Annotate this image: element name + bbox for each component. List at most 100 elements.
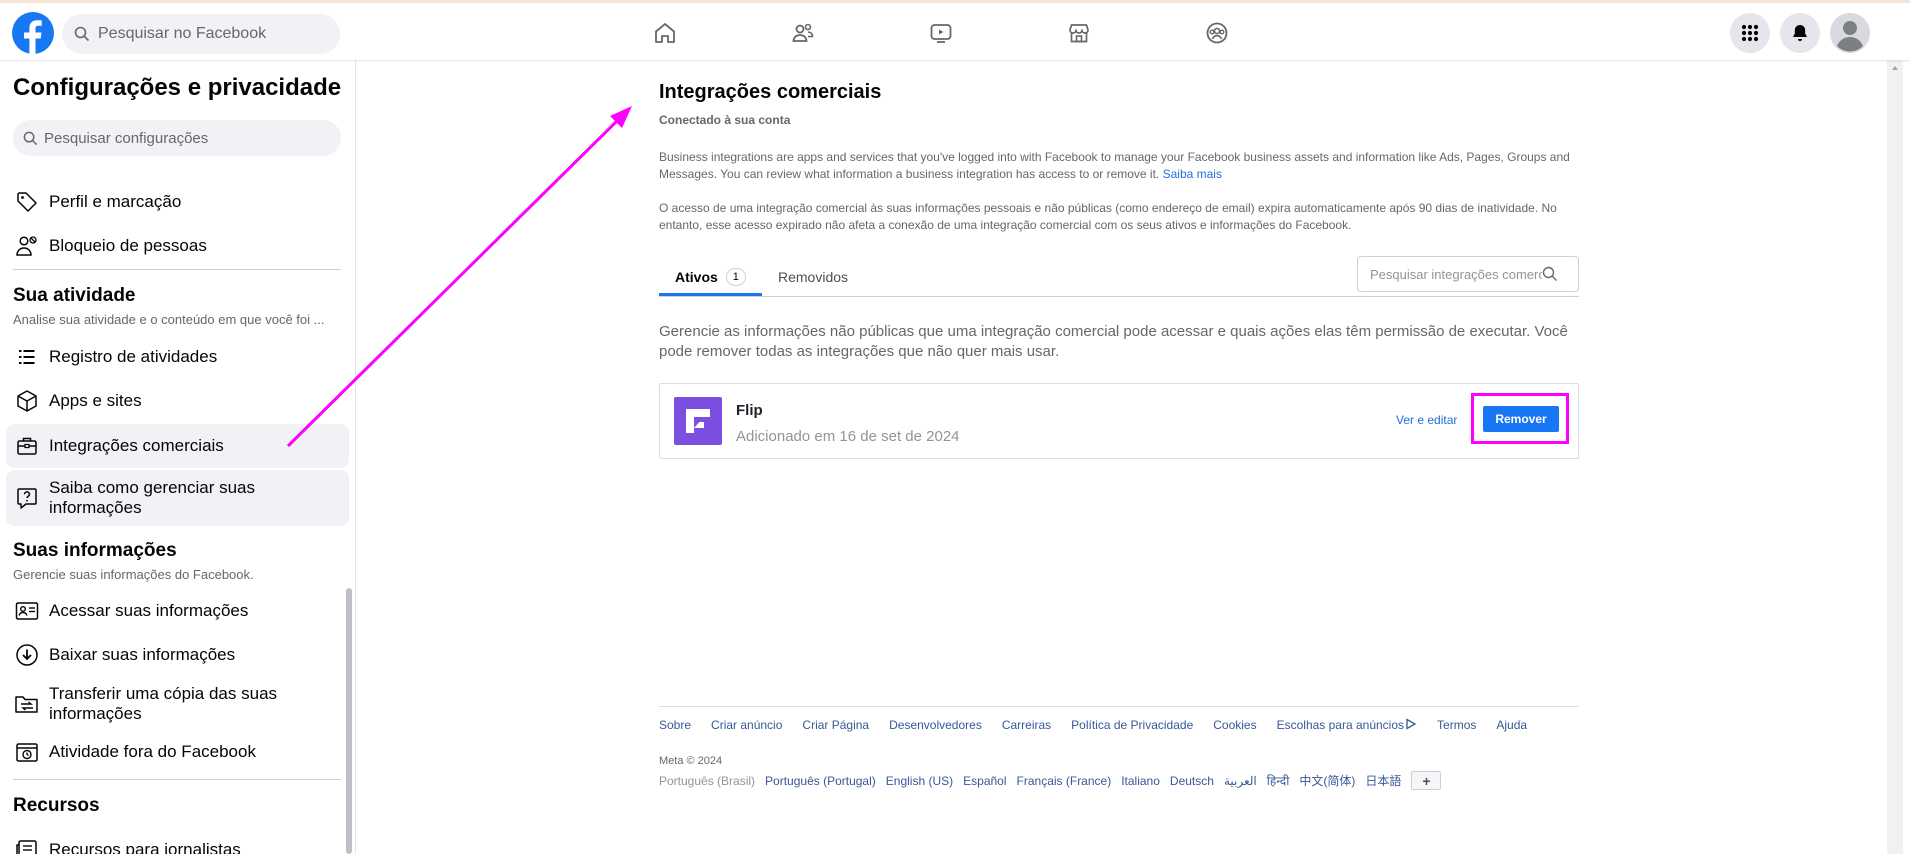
language-link[interactable]: English (US) [886,774,953,788]
view-edit-link[interactable]: Ver e editar [1396,413,1457,427]
facebook-logo-icon[interactable] [12,12,54,54]
menu-grid-icon[interactable] [1730,13,1770,53]
language-link[interactable]: Deutsch [1170,774,1214,788]
integration-search-field[interactable] [1357,256,1579,292]
facebook-search-field[interactable] [62,14,340,54]
home-icon[interactable] [645,13,685,53]
integration-card: Flip Adicionado em 16 de set de 2024 Ver… [659,383,1579,459]
footer-link[interactable]: Desenvolvedores [889,718,982,732]
sidebar-item-manage-info[interactable]: Saiba como gerenciar suas informações [6,470,349,526]
language-link[interactable]: Português (Portugal) [765,774,876,788]
footer-link[interactable]: Ajuda [1496,718,1527,732]
footer-link[interactable]: Criar anúncio [711,718,782,732]
footer-link-label: Escolhas para anúncios [1276,718,1405,732]
active-tab-indicator [659,293,762,296]
off-facebook-activity-icon [13,738,41,766]
integration-name: Flip [736,402,763,419]
tab-active[interactable]: Ativos 1 [675,265,746,289]
footer-link[interactable]: Sobre [659,718,691,732]
search-icon [1542,266,1557,281]
sidebar-item-label: Recursos para jornalistas [49,840,241,854]
settings-sidebar: Configurações e privacidade Perfil e mar… [0,60,356,854]
section-title-resources: Recursos [13,795,100,816]
sidebar-item-label: Perfil e marcação [49,192,182,211]
language-link[interactable]: 日本語 [1365,772,1401,789]
sidebar-item-label: Integrações comerciais [49,436,224,455]
tab-label: Ativos [675,269,718,285]
sidebar-item-label: Transferir uma cópia das suas informaçõe… [49,684,278,723]
cube-icon [13,387,41,415]
sidebar-item-blocking[interactable]: Bloqueio de pessoas [6,228,349,264]
language-link[interactable]: Español [963,774,1006,788]
sidebar-item-apps-websites[interactable]: Apps e sites [6,383,349,419]
download-icon [13,641,41,669]
sidebar-item-access-info[interactable]: Acessar suas informações [6,593,349,629]
briefcase-icon [13,432,41,460]
page-title: Integrações comerciais [659,81,882,103]
ad-choices-icon [1406,718,1417,730]
footer-link[interactable]: Carreiras [1002,718,1051,732]
question-bubble-icon [13,484,41,512]
transfer-folder-icon [13,690,41,718]
sidebar-item-transfer-copy[interactable]: Transferir uma cópia das suas informaçõe… [6,682,349,726]
sidebar-item-off-facebook-activity[interactable]: Atividade fora do Facebook [6,734,349,770]
language-link[interactable]: Italiano [1121,774,1160,788]
block-user-icon [13,232,41,260]
sidebar-item-business-integrations[interactable]: Integrações comerciais [6,424,349,468]
footer-divider [659,706,1579,707]
flip-app-logo [674,397,722,445]
integration-added-date: Adicionado em 16 de set de 2024 [736,428,960,445]
sidebar-divider [13,269,341,270]
main-nav [645,13,1237,53]
scroll-up-arrow-icon[interactable] [1891,64,1899,72]
description-text: Business integrations are apps and servi… [659,150,1570,181]
remove-button[interactable]: Remover [1483,406,1559,432]
footer-link[interactable]: Criar Página [802,718,869,732]
sidebar-scrollbar[interactable] [346,588,352,854]
integration-search-input[interactable] [1370,266,1542,282]
sidebar-divider [13,779,341,780]
section-subtitle-info: Gerencie suas informações do Facebook. [13,567,254,582]
tab-count-badge: 1 [725,268,746,286]
sidebar-item-label: Acessar suas informações [49,601,249,620]
more-languages-button[interactable]: + [1411,771,1442,790]
sidebar-item-label: Atividade fora do Facebook [49,742,256,761]
footer-link[interactable]: Termos [1437,718,1476,732]
tag-icon [13,188,41,216]
list-icon [13,343,41,371]
account-controls [1730,13,1870,53]
language-link[interactable]: 中文(简体) [1299,772,1355,789]
settings-search-field[interactable] [13,120,341,156]
sidebar-item-profile-tagging[interactable]: Perfil e marcação [6,184,349,220]
top-navigation-bar [0,0,1910,60]
language-link[interactable]: हिन्दी [1267,772,1290,789]
groups-icon[interactable] [1197,13,1237,53]
footer-link-ad-choices[interactable]: Escolhas para anúncios [1277,718,1417,732]
newspaper-icon [13,836,41,854]
copyright: Meta © 2024 [659,755,723,767]
footer-links: Sobre Criar anúncio Criar Página Desenvo… [659,718,1527,732]
facebook-search-input[interactable] [98,25,318,43]
section-subtitle-activity: Analise sua atividade e o conteúdo em qu… [13,312,325,327]
notifications-bell-icon[interactable] [1780,13,1820,53]
friends-icon[interactable] [783,13,823,53]
marketplace-icon[interactable] [1059,13,1099,53]
footer-link[interactable]: Política de Privacidade [1071,718,1193,732]
settings-search-input[interactable] [44,129,324,147]
language-link[interactable]: العربية [1224,774,1257,788]
tab-removed[interactable]: Removidos [778,265,848,289]
sidebar-item-label: Saiba como gerenciar suas informações [49,478,256,517]
sidebar-item-activity-log[interactable]: Registro de atividades [6,339,349,375]
video-icon[interactable] [921,13,961,53]
footer-link[interactable]: Cookies [1213,718,1256,732]
search-icon [23,131,38,145]
learn-more-link[interactable]: Saiba mais [1163,167,1222,181]
language-link[interactable]: Français (France) [1017,774,1112,788]
profile-avatar[interactable] [1830,13,1870,53]
search-icon [74,26,90,42]
sidebar-item-label: Registro de atividades [49,347,218,366]
sidebar-item-download-info[interactable]: Baixar suas informações [6,637,349,673]
language-selector: Português (Brasil) Português (Portugal) … [659,771,1442,790]
page-scrollbar[interactable] [1887,60,1903,854]
sidebar-item-journalist-resources[interactable]: Recursos para jornalistas [6,832,349,854]
